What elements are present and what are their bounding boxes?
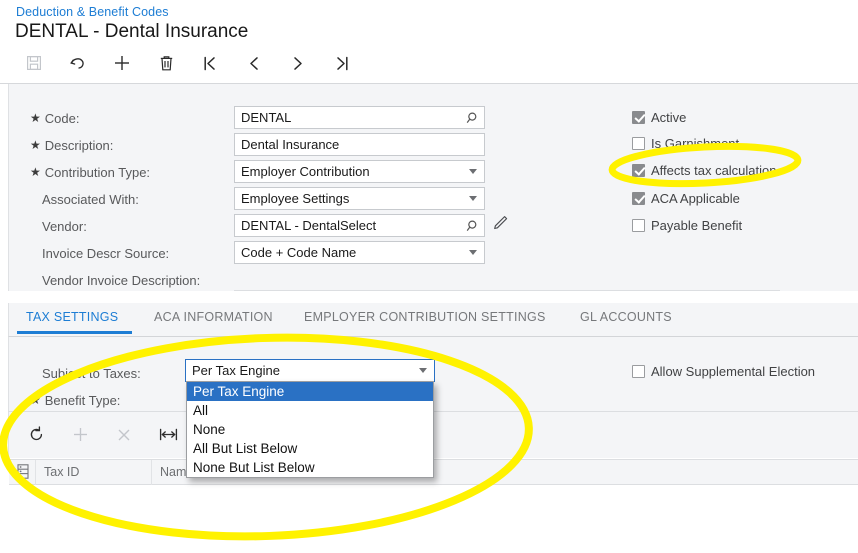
checkbox-is-garnishment[interactable]: Is Garnishment xyxy=(632,134,739,152)
dropdown-option-all-but-list-below[interactable]: All But List Below xyxy=(187,439,433,458)
field-label-vendor: Vendor: xyxy=(42,219,87,234)
required-marker: ★ xyxy=(30,164,41,179)
grid-body xyxy=(9,485,858,553)
breadcrumb[interactable]: Deduction & Benefit Codes xyxy=(16,5,169,19)
description-input[interactable]: Dental Insurance xyxy=(234,133,485,156)
undo-icon xyxy=(69,55,87,71)
code-input[interactable]: DENTAL xyxy=(234,106,485,129)
page-header: Deduction & Benefit Codes DENTAL - Denta… xyxy=(0,0,858,84)
column-settings-icon[interactable] xyxy=(17,464,29,482)
subject-to-taxes-dropdown[interactable]: Per Tax Engine All None All But List Bel… xyxy=(186,381,434,478)
checkbox-affects-tax-calculation[interactable]: Affects tax calculation xyxy=(632,161,777,179)
undo-button[interactable] xyxy=(56,48,100,78)
field-label-associated-with: Associated With: xyxy=(42,192,139,207)
vendor-input[interactable]: DENTAL - DentalSelect xyxy=(234,214,485,237)
last-record-button[interactable] xyxy=(320,48,364,78)
refresh-button[interactable] xyxy=(14,423,58,451)
field-label-vendor-invoice-description: Vendor Invoice Description: xyxy=(42,273,201,288)
chevron-down-icon[interactable] xyxy=(469,169,477,174)
required-marker: ★ xyxy=(30,392,41,407)
chevron-left-icon xyxy=(246,55,262,72)
contribution-type-select[interactable]: Employer Contribution xyxy=(234,160,485,183)
required-marker: ★ xyxy=(30,137,41,152)
save-icon xyxy=(26,55,42,71)
subject-to-taxes-select[interactable]: Per Tax Engine xyxy=(185,359,435,382)
dropdown-option-all[interactable]: All xyxy=(187,401,433,420)
delete-row-button[interactable] xyxy=(102,423,146,451)
tab-gl-accounts[interactable]: GL ACCOUNTS xyxy=(580,310,672,324)
plus-icon xyxy=(72,426,89,448)
form-divider xyxy=(234,290,780,291)
last-icon xyxy=(334,55,350,72)
checkbox-box[interactable] xyxy=(632,110,645,124)
previous-record-button[interactable] xyxy=(232,48,276,78)
field-label-code: ★ Code: xyxy=(30,110,80,126)
plus-icon xyxy=(113,54,131,72)
checkbox-aca-applicable[interactable]: ACA Applicable xyxy=(632,189,740,207)
column-header-tax-id[interactable]: Tax ID xyxy=(44,465,79,479)
next-record-button[interactable] xyxy=(276,48,320,78)
field-label-benefit-type: ★ Benefit Type: xyxy=(30,392,121,408)
chevron-down-icon[interactable] xyxy=(469,196,477,201)
vendor-edit-icon[interactable] xyxy=(492,214,509,236)
refresh-icon xyxy=(28,426,45,448)
checkbox-box[interactable] xyxy=(632,191,645,205)
chevron-down-icon[interactable] xyxy=(469,250,477,255)
checkbox-active[interactable]: Active xyxy=(632,108,686,126)
field-label-subject-to-taxes: Subject to Taxes: xyxy=(42,366,141,381)
field-label-contribution-type: ★ Contribution Type: xyxy=(30,164,151,180)
add-button[interactable] xyxy=(100,48,144,78)
column-divider xyxy=(35,460,36,485)
chevron-right-icon xyxy=(290,55,306,72)
associated-with-select[interactable]: Employee Settings xyxy=(234,187,485,210)
dropdown-option-per-tax-engine[interactable]: Per Tax Engine xyxy=(187,382,433,401)
field-label-invoice-descr-source: Invoice Descr Source: xyxy=(42,246,170,261)
checkbox-payable-benefit[interactable]: Payable Benefit xyxy=(632,216,742,234)
dropdown-option-none[interactable]: None xyxy=(187,420,433,439)
trash-icon xyxy=(159,55,174,72)
first-icon xyxy=(202,55,218,72)
tab-employer-contribution-settings[interactable]: EMPLOYER CONTRIBUTION SETTINGS xyxy=(304,310,546,324)
required-marker: ★ xyxy=(30,110,41,125)
search-icon[interactable] xyxy=(466,111,480,125)
active-tab-indicator xyxy=(17,331,132,334)
fit-columns-button[interactable] xyxy=(146,423,190,451)
checkbox-allow-supplemental-election[interactable]: Allow Supplemental Election xyxy=(632,362,815,380)
add-row-button[interactable] xyxy=(58,423,102,451)
close-icon xyxy=(116,427,132,448)
checkbox-box[interactable] xyxy=(632,218,645,232)
column-divider xyxy=(151,460,152,485)
first-record-button[interactable] xyxy=(188,48,232,78)
checkbox-box[interactable] xyxy=(632,136,645,150)
field-label-description: ★ Description: xyxy=(30,137,114,153)
fit-width-icon xyxy=(159,427,178,447)
record-toolbar xyxy=(12,48,364,78)
save-button[interactable] xyxy=(12,48,56,78)
checkbox-box[interactable] xyxy=(632,364,645,378)
invoice-descr-source-select[interactable]: Code + Code Name xyxy=(234,241,485,264)
tab-aca-information[interactable]: ACA INFORMATION xyxy=(154,310,273,324)
tab-tax-settings[interactable]: TAX SETTINGS xyxy=(26,310,118,324)
checkbox-box[interactable] xyxy=(632,163,645,177)
delete-button[interactable] xyxy=(144,48,188,78)
dropdown-option-none-but-list-below[interactable]: None But List Below xyxy=(187,458,433,477)
page-title: DENTAL - Dental Insurance xyxy=(15,21,249,42)
search-icon[interactable] xyxy=(466,219,480,233)
tab-bar: TAX SETTINGS ACA INFORMATION EMPLOYER CO… xyxy=(8,303,858,337)
chevron-down-icon[interactable] xyxy=(419,368,427,373)
grid-toolbar xyxy=(14,423,190,451)
